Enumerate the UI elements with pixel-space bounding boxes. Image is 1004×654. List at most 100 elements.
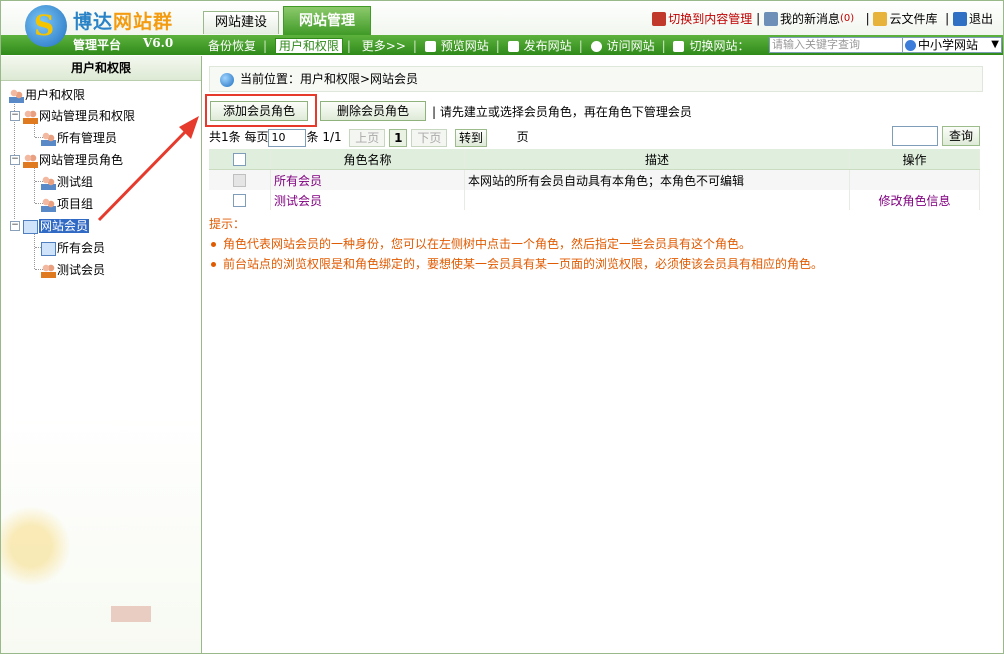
tree-item-members-label: 网站会员 [39, 219, 90, 233]
role-description: 本网站的所有会员自动具有本角色；本角色不可编辑 [464, 169, 850, 190]
tree-item-test-group-label: 测试组 [57, 175, 94, 189]
tree-item-members[interactable]: 网站会员 [23, 216, 90, 236]
column-header: 角色名称 [270, 149, 465, 170]
publish-icon [507, 41, 519, 52]
prev-page-button[interactable]: 上页 [349, 128, 386, 147]
menu-users-permissions[interactable]: 用户和权限 [274, 38, 343, 54]
globe-icon [905, 40, 916, 51]
search-button[interactable]: 查询 [942, 126, 980, 146]
pager: 共1条 每页 10 条 1/1 上页 1 下页 转到 页 [209, 128, 529, 147]
page-info: 1/1 [322, 130, 342, 144]
platform-label: 管理平台 [73, 38, 122, 52]
menu-switch-site: 切换网站： [689, 39, 750, 53]
separator: | [945, 11, 950, 26]
role-name-link[interactable]: 所有会员 [270, 169, 465, 190]
main-content: 当前位置：用户和权限>网站会员 添加会员角色 删除会员角色 | 请先建立或选择会… [202, 56, 1003, 653]
collapse-icon[interactable]: − [10, 111, 20, 121]
version-label: V6.0 [143, 36, 174, 50]
menu-bar: 管理平台 V6.0 备份恢复 | 用户和权限 | 更多>> | 预览网站 | 发布网站 |… [1, 35, 1003, 55]
tree-item-test-members-label: 测试会员 [57, 263, 106, 277]
ie-icon [590, 41, 602, 52]
cloud-files-link[interactable]: 云文件库 [889, 12, 937, 26]
page-unit: 页 [516, 130, 529, 144]
brand-name: 博达网站群 [73, 11, 174, 33]
tip-text: 角色代表网站会员的一种身份，您可以在左侧树中点击一个角色，然后指定一些会员具有这… [223, 237, 752, 251]
table-row[interactable]: 所有会员 本网站的所有会员自动具有本角色；本角色不可编辑 [209, 169, 980, 190]
column-header: 操作 [849, 149, 980, 170]
select-all-checkbox[interactable] [233, 153, 246, 166]
users-icon [9, 88, 24, 103]
table-row[interactable]: 测试会员 修改角色信息 [209, 190, 980, 210]
logo-icon: S [25, 5, 67, 47]
separator: | [756, 11, 761, 26]
users-icon [41, 175, 56, 190]
goto-page-input[interactable] [490, 128, 513, 147]
tree-item-project-group-label: 项目组 [57, 197, 94, 211]
delete-member-role-button[interactable]: 删除会员角色 [320, 101, 426, 121]
messages-link[interactable]: 我的新消息 [780, 12, 840, 26]
collapse-icon[interactable]: − [10, 221, 20, 231]
tab-website-build[interactable]: 网站建设 [203, 11, 279, 34]
per-page-label: 每页 [244, 130, 269, 144]
main-menu: 备份恢复 | 用户和权限 | 更多>> | 预览网站 | 发布网站 | 访问网站 | 切换网… [205, 37, 752, 54]
tree-item-test-group[interactable]: 测试组 [41, 172, 93, 192]
menu-publish[interactable]: 发布网站 [521, 37, 575, 54]
select-all-header [209, 149, 271, 170]
tip-text: 前台站点的浏览权限是和角色绑定的，要想使某一会员具有某一页面的浏览权限，必须使该… [223, 257, 824, 271]
logout-icon [952, 11, 967, 26]
users-icon [41, 197, 56, 212]
tree-item-all-members[interactable]: 所有会员 [41, 238, 105, 258]
bullet-icon [211, 262, 216, 267]
hint-text: | 请先建立或选择会员角色，再在角色下管理会员 [432, 105, 692, 119]
chevron-down-icon: ▼ [991, 39, 999, 50]
role-name-link[interactable]: 测试会员 [270, 190, 465, 210]
tree-item-test-members[interactable]: 测试会员 [41, 260, 105, 280]
switch-icon [652, 11, 667, 26]
tree-item-all-admins-label: 所有管理员 [57, 131, 118, 145]
tab-website-manage[interactable]: 网站管理 [283, 6, 371, 35]
background-house [111, 606, 151, 622]
logout-link[interactable]: 退出 [969, 12, 993, 26]
top-links: 切换到内容管理 | 我的新消息(0) | 云文件库 | 退出 [652, 10, 993, 27]
site-select[interactable]: 中小学网站 ▼ [902, 37, 1002, 53]
breadcrumb-text: 当前位置：用户和权限>网站会员 [240, 72, 419, 86]
column-header: 描述 [464, 149, 850, 170]
switch-content-link[interactable]: 切换到内容管理 [668, 12, 752, 26]
next-page-button[interactable]: 下页 [411, 128, 448, 147]
switch-site-icon [673, 41, 685, 52]
menu-more[interactable]: 更多>> [359, 37, 409, 54]
table-header-row: 角色名称 描述 操作 [209, 149, 980, 170]
group-icon [23, 109, 38, 124]
breadcrumb: 当前位置：用户和权限>网站会员 [209, 66, 983, 92]
site-select-value: 中小学网站 [918, 38, 979, 52]
search-input[interactable] [892, 126, 938, 146]
total-count: 共1条 [209, 130, 241, 144]
tree-item-all-admins[interactable]: 所有管理员 [41, 128, 117, 148]
speaker-icon [763, 11, 778, 26]
site-search-input[interactable]: 请输入关键字查询 [769, 37, 903, 53]
app-window: S 博达网站群 网站建设 网站管理 切换到内容管理 | 我的新消息(0) | 云… [0, 0, 1004, 654]
tree-item-project-group[interactable]: 项目组 [41, 194, 93, 214]
tree-root-label: 用户和权限 [25, 88, 86, 102]
member-icon [41, 241, 56, 256]
background-decoration [1, 496, 131, 653]
current-page[interactable]: 1 [389, 128, 408, 147]
row-checkbox[interactable] [233, 194, 246, 207]
per-page-input[interactable]: 10 [268, 128, 307, 147]
header: S 博达网站群 网站建设 网站管理 切换到内容管理 | 我的新消息(0) | 云… [1, 1, 1003, 47]
tip-item: 角色代表网站会员的一种身份，您可以在左侧树中点击一个角色，然后指定一些会员具有这… [209, 234, 823, 254]
sidebar-title: 用户和权限 [1, 56, 201, 81]
collapse-icon[interactable]: − [10, 155, 20, 165]
tree-item-admins[interactable]: 网站管理员和权限 [23, 106, 135, 126]
menu-visit[interactable]: 访问网站 [604, 37, 658, 54]
tips: 提示： 角色代表网站会员的一种身份，您可以在左侧树中点击一个角色，然后指定一些会… [209, 214, 823, 274]
folder-icon [873, 11, 888, 26]
menu-backup[interactable]: 备份恢复 [205, 37, 259, 54]
edit-role-link[interactable]: 修改角色信息 [849, 190, 980, 210]
menu-preview[interactable]: 预览网站 [438, 37, 492, 54]
tree-root[interactable]: 用户和权限 [9, 85, 85, 105]
goto-button[interactable]: 转到 [454, 128, 487, 147]
tree-item-admins-label: 网站管理员和权限 [39, 109, 136, 123]
tree-item-admin-roles[interactable]: 网站管理员角色 [23, 150, 123, 170]
separator: | [865, 11, 870, 26]
